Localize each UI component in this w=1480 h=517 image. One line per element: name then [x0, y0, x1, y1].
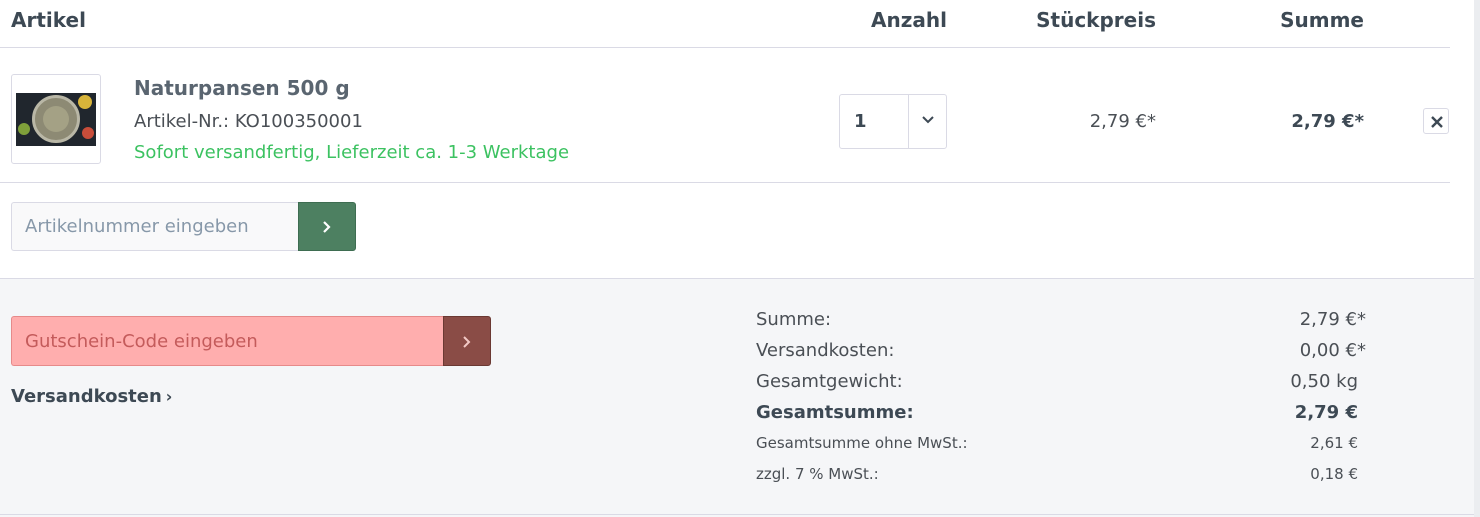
divider — [0, 514, 1474, 515]
summary-shipping-label: Versandkosten: — [756, 340, 895, 361]
voucher-submit-button[interactable] — [443, 316, 491, 366]
summary-total-label: Gesamtsumme: — [756, 402, 914, 423]
chevron-down-icon — [920, 109, 936, 129]
line-total: 2,79 €* — [1291, 111, 1364, 132]
summary-weight-value: 0,50 kg — [1290, 371, 1358, 392]
quantity-divider — [908, 95, 909, 148]
header-stueckpreis: Stückpreis — [1036, 8, 1156, 32]
summary-weight-label: Gesamtgewicht: — [756, 371, 903, 392]
cart-items-section: Artikel Anzahl Stückpreis Summe Naturpan… — [0, 0, 1474, 278]
unit-price: 2,79 €* — [1089, 111, 1156, 132]
header-anzahl: Anzahl — [871, 8, 947, 32]
summary-total-value: 2,79 € — [1294, 402, 1358, 423]
summary-shipping-value: 0,00 €* — [1299, 340, 1366, 361]
add-article-form — [11, 202, 356, 251]
product-thumbnail[interactable] — [11, 74, 101, 164]
header-summe: Summe — [1280, 8, 1364, 32]
remove-item-button[interactable] — [1423, 108, 1449, 134]
cart-header-row: Artikel Anzahl Stückpreis Summe — [0, 0, 1450, 48]
summary-net-value: 2,61 € — [1310, 434, 1358, 452]
cart-item-row: Naturpansen 500 g Artikel-Nr.: KO1003500… — [0, 48, 1450, 183]
article-number-input[interactable] — [11, 202, 299, 251]
quantity-value: 1 — [854, 111, 867, 132]
shipping-link-label: Versandkosten — [11, 386, 162, 407]
summary-net-label: Gesamtsumme ohne MwSt.: — [756, 434, 968, 452]
product-image — [16, 93, 96, 146]
product-article-number: Artikel-Nr.: KO100350001 — [134, 111, 363, 132]
quantity-select[interactable]: 1 — [839, 94, 947, 149]
cart-summary-section — [0, 278, 1474, 517]
summary-vat-label: zzgl. 7 % MwSt.: — [756, 465, 879, 483]
header-artikel: Artikel — [11, 8, 86, 32]
chevron-right-icon: › — [165, 387, 173, 406]
summary-summe-value: 2,79 €* — [1299, 309, 1366, 330]
summary-vat-value: 0,18 € — [1310, 465, 1358, 483]
voucher-code-input[interactable] — [11, 316, 444, 366]
scroll-edge — [1474, 0, 1480, 517]
voucher-form — [11, 316, 491, 366]
product-name[interactable]: Naturpansen 500 g — [134, 76, 350, 100]
add-article-button[interactable] — [298, 202, 356, 251]
delivery-info: Sofort versandfertig, Lieferzeit ca. 1-3… — [134, 142, 570, 163]
shipping-costs-link[interactable]: Versandkosten › — [11, 386, 172, 407]
summary-summe-label: Summe: — [756, 309, 832, 330]
